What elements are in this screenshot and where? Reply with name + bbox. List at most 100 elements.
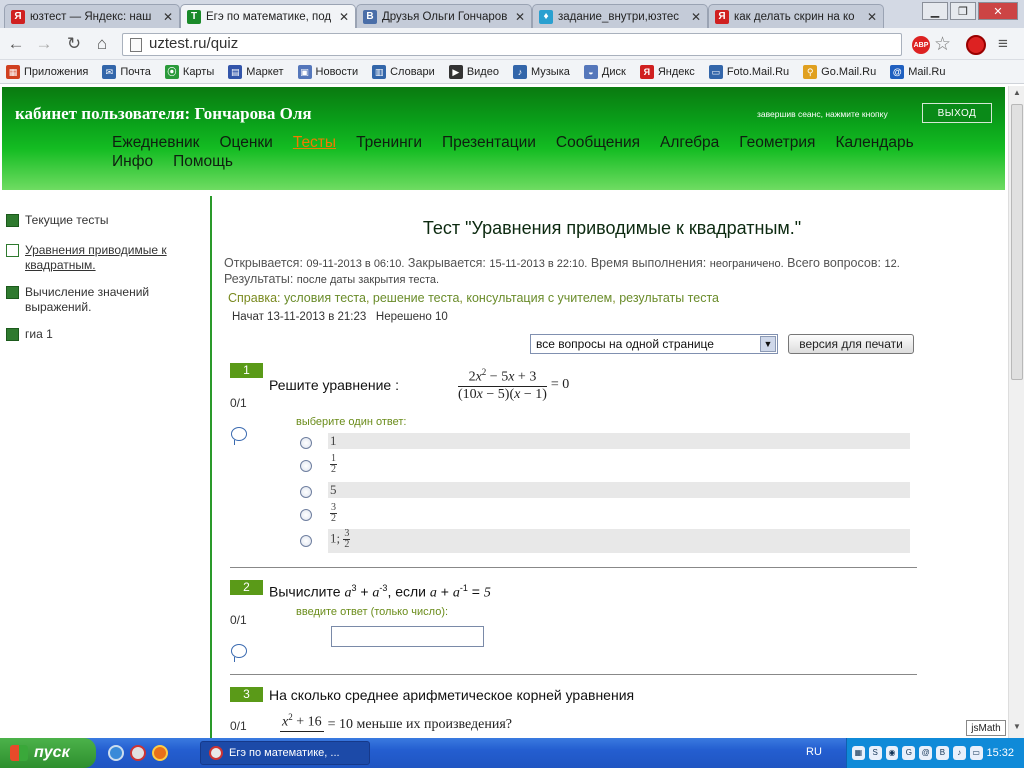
music-icon: ♪ [512, 64, 527, 79]
nav-tests[interactable]: Тесты [293, 133, 336, 152]
sidebar-item-expressions[interactable]: Вычисление значений выражений. [0, 285, 210, 315]
bookmark-music[interactable]: ♪ Музыка [512, 64, 570, 79]
skype-icon[interactable]: S [868, 746, 882, 760]
question-score: 0/1 [230, 396, 247, 410]
mail-icon: ✉ [102, 64, 117, 79]
minimize-button[interactable]: ▁ [922, 2, 948, 20]
answer-radio-3[interactable] [300, 486, 312, 498]
scrollbar-thumb[interactable] [1011, 104, 1023, 380]
comment-icon[interactable] [231, 427, 247, 445]
bookmark-mail[interactable]: ✉ Почта [102, 64, 151, 79]
nav-diary[interactable]: Ежедневник [112, 133, 199, 152]
equation-formula: x2 + 16 = 10 меньше их произведения? [280, 712, 513, 732]
view-mode-select[interactable]: все вопросы на одной странице ▼ [530, 334, 778, 354]
tab-5[interactable]: Я как делать скрин на ко ✕ [708, 4, 884, 28]
question-divider [230, 567, 917, 568]
bookmark-maps[interactable]: ⦿ Карты [164, 64, 214, 79]
main-nav: Ежедневник Оценки Тесты Тренинги Презентации… [112, 133, 982, 171]
browser-tray-icon[interactable]: G [902, 746, 916, 760]
address-bar[interactable]: uztest.ru/quiz [122, 33, 902, 56]
help-link-consult[interactable]: консультация с учителем [466, 291, 612, 305]
bookmark-yandex[interactable]: Я Яндекс [639, 64, 695, 79]
close-icon[interactable]: ✕ [515, 10, 525, 24]
nav-geometry[interactable]: Геометрия [739, 133, 815, 152]
menu-icon[interactable]: ≡ [998, 34, 1008, 54]
nav-info[interactable]: Инфо [112, 152, 153, 171]
answer-option-2[interactable]: 12 [328, 454, 910, 480]
nav-presentations[interactable]: Презентации [442, 133, 536, 152]
power-extension-icon[interactable] [966, 35, 986, 55]
nav-algebra[interactable]: Алгебра [660, 133, 719, 152]
numeric-answer-input[interactable] [331, 626, 484, 647]
nav-trainings[interactable]: Тренинги [356, 133, 422, 152]
scroll-up-icon[interactable]: ▲ [1011, 88, 1023, 100]
answer-option-4[interactable]: 32 [328, 503, 910, 529]
nav-help[interactable]: Помощь [173, 152, 233, 171]
bookmark-dictionary[interactable]: ▥ Словари [372, 64, 435, 79]
firefox-icon[interactable] [152, 745, 168, 761]
chrome-quicklaunch-icon[interactable] [130, 745, 146, 761]
page-icon [130, 38, 142, 52]
home-icon[interactable]: ⌂ [92, 34, 112, 54]
answer-radio-4[interactable] [300, 509, 312, 521]
help-link-solution[interactable]: решение теста [373, 291, 460, 305]
sidebar-item-equations[interactable]: Уравнения приводимые к квадратным. [0, 243, 210, 273]
taskbar-window-chrome[interactable]: Егэ по математике, ... [200, 741, 370, 765]
tab-4[interactable]: ♦ задание_внутри,юзтес ✕ [532, 4, 708, 28]
answer-radio-5[interactable] [300, 535, 312, 547]
antivirus-icon[interactable]: ◉ [885, 746, 899, 760]
tab-3[interactable]: B Друзья Ольги Гончаров ✕ [356, 4, 532, 28]
monitor-icon[interactable]: ▭ [969, 746, 983, 760]
answer-radio-1[interactable] [300, 437, 312, 449]
adblock-icon[interactable]: ABP [912, 36, 930, 54]
nav-calendar[interactable]: Календарь [835, 133, 913, 152]
start-button[interactable]: пуск [0, 738, 96, 768]
help-link-conditions[interactable]: условия теста [284, 291, 366, 305]
nav-messages[interactable]: Сообщения [556, 133, 640, 152]
sidebar-item-current-tests[interactable]: Текущие тесты [0, 213, 210, 228]
nav-grades[interactable]: Оценки [219, 133, 272, 152]
close-icon[interactable]: ✕ [339, 10, 349, 24]
book-icon [6, 328, 19, 341]
close-icon[interactable]: ✕ [867, 10, 877, 24]
close-window-button[interactable]: ✕ [978, 2, 1018, 20]
bookmark-go-mail[interactable]: ⚲ Go.Mail.Ru [803, 64, 876, 79]
close-icon[interactable]: ✕ [163, 10, 173, 24]
language-indicator[interactable]: RU [806, 746, 822, 758]
tab-2-active[interactable]: T Егэ по математике, под ✕ [180, 4, 356, 28]
page-scrollbar[interactable]: ▲ ▼ [1008, 86, 1024, 738]
yandex-icon: Я [715, 9, 729, 24]
logout-button[interactable]: ВЫХОД [922, 103, 992, 123]
volume-icon[interactable]: ♪ [952, 746, 966, 760]
answer-option-5[interactable]: 1; 32 [328, 529, 910, 553]
bookmark-news[interactable]: ▣ Новости [297, 64, 358, 79]
answer-radio-2[interactable] [300, 460, 312, 472]
bookmark-apps[interactable]: ▦ Приложения [6, 64, 88, 79]
book-icon [6, 286, 19, 299]
forward-arrow-icon[interactable]: → [34, 34, 54, 54]
jsmath-button[interactable]: jsMath [966, 720, 1006, 736]
print-version-button[interactable]: версия для печати [788, 334, 914, 354]
bookmark-video[interactable]: ▶ Видео [448, 64, 499, 79]
tab-1[interactable]: Я юзтест — Яндекс: наш ✕ [4, 4, 180, 28]
star-icon[interactable]: ☆ [934, 33, 951, 56]
bookmark-foto-mail[interactable]: ▭ Foto.Mail.Ru [708, 64, 789, 79]
answer-option-3[interactable]: 5 [328, 482, 910, 498]
sidebar-item-gia-1[interactable]: гиа 1 [0, 327, 210, 342]
bookmark-disk[interactable]: ◒ Диск [583, 64, 626, 79]
maximize-button[interactable]: ❐ [950, 2, 976, 20]
comment-icon[interactable] [231, 644, 247, 662]
bookmark-mailru[interactable]: @ Mail.Ru [890, 64, 946, 79]
answer-option-1[interactable]: 1 [328, 433, 910, 449]
reload-icon[interactable]: ↻ [64, 34, 84, 54]
vk-tray-icon[interactable]: B [936, 746, 949, 760]
help-link-results[interactable]: результаты теста [619, 291, 719, 305]
bookmark-market[interactable]: ▤ Маркет [228, 64, 284, 79]
back-arrow-icon[interactable]: ← [6, 34, 26, 54]
mail-tray-icon[interactable]: @ [919, 746, 933, 760]
close-icon[interactable]: ✕ [691, 10, 701, 24]
network-icon[interactable]: ▦ [852, 746, 865, 760]
scroll-down-icon[interactable]: ▼ [1011, 722, 1023, 734]
mailru-icon: @ [890, 64, 905, 79]
ie-icon[interactable] [108, 745, 124, 761]
